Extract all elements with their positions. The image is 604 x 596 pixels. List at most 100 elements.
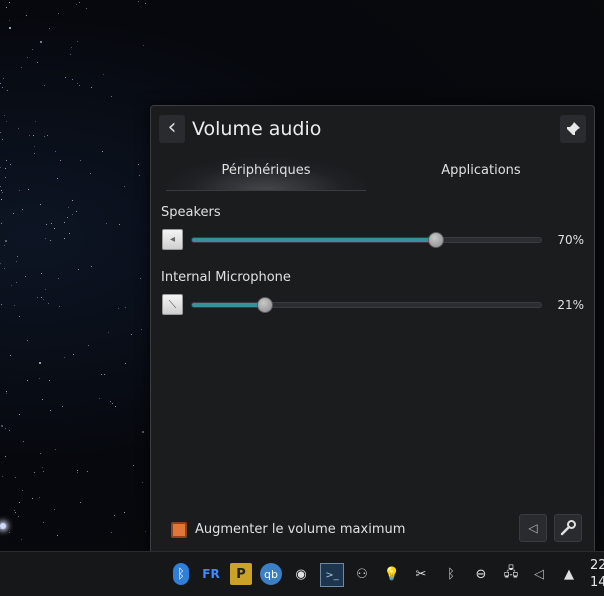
star	[61, 405, 63, 407]
star	[38, 497, 40, 499]
star	[85, 7, 87, 9]
microphone-mute-button[interactable]: ⟍	[162, 294, 183, 315]
star	[22, 208, 24, 210]
star	[125, 306, 127, 308]
speaker-mute-button[interactable]: ◂	[162, 229, 183, 250]
star	[1, 199, 3, 201]
star	[46, 223, 48, 225]
microphone-volume-percent: 21%	[557, 298, 584, 312]
star	[113, 515, 115, 517]
keyboard-layout-indicator[interactable]: FR	[200, 563, 222, 585]
usb-icon[interactable]: ⊖	[470, 563, 492, 585]
lightbulb-icon[interactable]: 💡	[381, 563, 403, 585]
tab-applications[interactable]: Applications	[374, 163, 588, 178]
audio-volume-icon[interactable]: ◁	[528, 563, 550, 585]
clipboard-icon[interactable]: P	[230, 563, 252, 585]
star	[68, 233, 70, 234]
star	[51, 223, 53, 225]
star	[34, 146, 36, 148]
star	[110, 401, 112, 403]
star	[1, 189, 3, 191]
star	[31, 498, 33, 500]
star	[17, 127, 19, 129]
star	[87, 470, 89, 472]
star	[31, 48, 33, 50]
star	[8, 1, 10, 3]
star	[22, 490, 24, 492]
star	[1, 192, 3, 194]
star	[40, 452, 42, 454]
clock-hours[interactable]: 22	[590, 558, 604, 573]
tab-peripheriques[interactable]: Périphériques	[166, 163, 366, 178]
star	[80, 501, 82, 503]
star	[66, 216, 68, 218]
star	[37, 297, 39, 299]
star	[1, 222, 3, 224]
star	[21, 66, 23, 68]
star	[72, 353, 74, 355]
star	[79, 85, 81, 87]
taskbar: ᛒ FR Pqb ◉ >_ ⚇ 💡 ✂ ᛒ ⊖ 🖧 ◁ ▲ 22 14	[0, 551, 604, 596]
terminal-icon[interactable]: >_	[320, 563, 344, 587]
speakers-volume-slider[interactable]	[191, 232, 542, 248]
network-icon[interactable]: 🖧	[500, 563, 522, 585]
star	[5, 393, 7, 395]
chevron-left-icon: ‹	[167, 115, 177, 140]
raise-max-volume-label[interactable]: Augmenter le volume maximum	[195, 522, 405, 537]
star	[100, 374, 102, 376]
microphone-icon: ⟍	[168, 297, 177, 311]
star	[15, 281, 17, 283]
user-status-icon[interactable]: ⚇	[351, 563, 373, 585]
speakers-volume-handle[interactable]	[428, 232, 445, 248]
star	[111, 96, 113, 98]
raise-max-volume-checkbox[interactable]	[171, 522, 187, 538]
star	[132, 464, 134, 466]
star	[99, 397, 101, 399]
star	[68, 207, 70, 209]
star	[118, 307, 120, 309]
star	[72, 214, 74, 216]
star	[71, 200, 73, 202]
star	[91, 265, 93, 267]
star	[44, 238, 46, 240]
clock-date[interactable]: 14	[590, 575, 604, 590]
speakers-volume-fill	[192, 238, 437, 242]
star	[21, 539, 23, 541]
microphone-volume-slider[interactable]	[191, 297, 542, 313]
star	[13, 305, 15, 307]
pin-button[interactable]	[560, 115, 586, 143]
star	[18, 516, 20, 518]
star	[8, 429, 10, 431]
star	[19, 502, 21, 504]
bluetooth-tray-icon[interactable]: ᛒ	[440, 563, 462, 585]
chevron-up-icon[interactable]: ▲	[558, 563, 580, 585]
star	[32, 134, 34, 136]
star	[140, 328, 142, 330]
popup-title: Volume audio	[192, 118, 322, 140]
star	[23, 441, 25, 443]
star	[15, 477, 17, 479]
speaker-settings-button[interactable]: ◁	[519, 514, 547, 542]
star	[54, 509, 55, 511]
star	[54, 227, 55, 229]
qbittorrent-icon[interactable]: qb	[260, 563, 282, 585]
star	[63, 356, 65, 358]
star	[3, 114, 5, 116]
star	[124, 186, 126, 188]
star	[65, 77, 67, 79]
star	[0, 132, 2, 134]
back-button[interactable]: ‹	[159, 115, 185, 143]
bluetooth-icon[interactable]: ᛒ	[173, 563, 189, 585]
device-label-microphone: Internal Microphone	[161, 270, 291, 285]
scissors-icon[interactable]: ✂	[410, 563, 432, 585]
configure-button[interactable]	[554, 514, 582, 542]
star	[6, 120, 8, 122]
star	[42, 298, 44, 300]
star	[26, 56, 28, 58]
star	[119, 223, 121, 225]
star	[88, 345, 90, 347]
steam-icon[interactable]: ◉	[290, 563, 312, 585]
device-label-speakers: Speakers	[161, 205, 221, 220]
microphone-volume-handle[interactable]	[257, 297, 274, 313]
star	[55, 150, 57, 152]
